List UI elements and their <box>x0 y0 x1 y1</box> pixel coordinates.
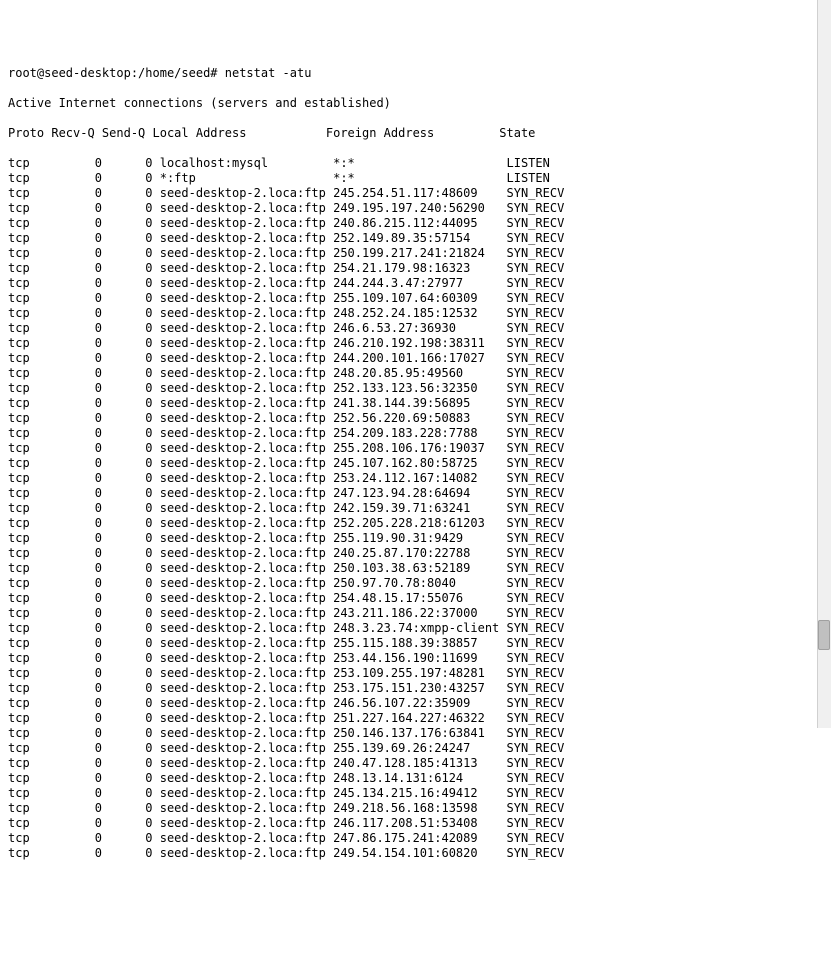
netstat-subtitle: Active Internet connections (servers and… <box>8 96 823 111</box>
connection-rows: tcp 0 0 localhost:mysql *:* LISTENtcp 0 … <box>8 156 823 861</box>
connection-row: tcp 0 0 seed-desktop-2.loca:ftp 255.115.… <box>8 636 823 651</box>
connection-row: tcp 0 0 seed-desktop-2.loca:ftp 246.56.1… <box>8 696 823 711</box>
shell-prompt: root@seed-desktop:/home/seed# netstat -a… <box>8 66 823 81</box>
connection-row: tcp 0 0 seed-desktop-2.loca:ftp 247.86.1… <box>8 831 823 846</box>
connection-row: tcp 0 0 seed-desktop-2.loca:ftp 245.107.… <box>8 456 823 471</box>
connection-row: tcp 0 0 seed-desktop-2.loca:ftp 255.139.… <box>8 741 823 756</box>
connection-row: tcp 0 0 seed-desktop-2.loca:ftp 246.6.53… <box>8 321 823 336</box>
connection-row: tcp 0 0 seed-desktop-2.loca:ftp 244.200.… <box>8 351 823 366</box>
connection-row: tcp 0 0 seed-desktop-2.loca:ftp 242.159.… <box>8 501 823 516</box>
connection-row: tcp 0 0 seed-desktop-2.loca:ftp 249.218.… <box>8 801 823 816</box>
connection-row: tcp 0 0 seed-desktop-2.loca:ftp 255.109.… <box>8 291 823 306</box>
connection-row: tcp 0 0 seed-desktop-2.loca:ftp 245.254.… <box>8 186 823 201</box>
connection-row: tcp 0 0 seed-desktop-2.loca:ftp 252.133.… <box>8 381 823 396</box>
connection-row: tcp 0 0 seed-desktop-2.loca:ftp 252.56.2… <box>8 411 823 426</box>
connection-row: tcp 0 0 seed-desktop-2.loca:ftp 253.175.… <box>8 681 823 696</box>
connection-row: tcp 0 0 seed-desktop-2.loca:ftp 240.86.2… <box>8 216 823 231</box>
connection-row: tcp 0 0 seed-desktop-2.loca:ftp 255.208.… <box>8 441 823 456</box>
connection-row: tcp 0 0 seed-desktop-2.loca:ftp 249.195.… <box>8 201 823 216</box>
connection-row: tcp 0 0 seed-desktop-2.loca:ftp 240.47.1… <box>8 756 823 771</box>
connection-row: tcp 0 0 seed-desktop-2.loca:ftp 250.146.… <box>8 726 823 741</box>
column-header-row: Proto Recv-Q Send-Q Local Address Foreig… <box>8 126 823 141</box>
scrollbar-thumb[interactable] <box>818 620 830 650</box>
connection-row: tcp 0 0 seed-desktop-2.loca:ftp 249.54.1… <box>8 846 823 861</box>
connection-row: tcp 0 0 seed-desktop-2.loca:ftp 253.24.1… <box>8 471 823 486</box>
connection-row: tcp 0 0 seed-desktop-2.loca:ftp 251.227.… <box>8 711 823 726</box>
connection-row: tcp 0 0 seed-desktop-2.loca:ftp 248.3.23… <box>8 621 823 636</box>
connection-row: tcp 0 0 seed-desktop-2.loca:ftp 248.20.8… <box>8 366 823 381</box>
connection-row: tcp 0 0 seed-desktop-2.loca:ftp 246.210.… <box>8 336 823 351</box>
connection-row: tcp 0 0 *:ftp *:* LISTEN <box>8 171 823 186</box>
connection-row: tcp 0 0 seed-desktop-2.loca:ftp 246.117.… <box>8 816 823 831</box>
connection-row: tcp 0 0 seed-desktop-2.loca:ftp 247.123.… <box>8 486 823 501</box>
connection-row: tcp 0 0 seed-desktop-2.loca:ftp 250.199.… <box>8 246 823 261</box>
connection-row: tcp 0 0 seed-desktop-2.loca:ftp 248.252.… <box>8 306 823 321</box>
connection-row: tcp 0 0 seed-desktop-2.loca:ftp 254.209.… <box>8 426 823 441</box>
connection-row: tcp 0 0 seed-desktop-2.loca:ftp 252.205.… <box>8 516 823 531</box>
connection-row: tcp 0 0 seed-desktop-2.loca:ftp 252.149.… <box>8 231 823 246</box>
connection-row: tcp 0 0 seed-desktop-2.loca:ftp 255.119.… <box>8 531 823 546</box>
connection-row: tcp 0 0 seed-desktop-2.loca:ftp 250.103.… <box>8 561 823 576</box>
connection-row: tcp 0 0 seed-desktop-2.loca:ftp 248.13.1… <box>8 771 823 786</box>
connection-row: tcp 0 0 seed-desktop-2.loca:ftp 244.244.… <box>8 276 823 291</box>
connection-row: tcp 0 0 seed-desktop-2.loca:ftp 253.44.1… <box>8 651 823 666</box>
connection-row: tcp 0 0 seed-desktop-2.loca:ftp 254.21.1… <box>8 261 823 276</box>
connection-row: tcp 0 0 seed-desktop-2.loca:ftp 241.38.1… <box>8 396 823 411</box>
connection-row: tcp 0 0 seed-desktop-2.loca:ftp 243.211.… <box>8 606 823 621</box>
connection-row: tcp 0 0 localhost:mysql *:* LISTEN <box>8 156 823 171</box>
connection-row: tcp 0 0 seed-desktop-2.loca:ftp 253.109.… <box>8 666 823 681</box>
vertical-scrollbar[interactable] <box>817 0 831 728</box>
connection-row: tcp 0 0 seed-desktop-2.loca:ftp 245.134.… <box>8 786 823 801</box>
connection-row: tcp 0 0 seed-desktop-2.loca:ftp 254.48.1… <box>8 591 823 606</box>
connection-row: tcp 0 0 seed-desktop-2.loca:ftp 250.97.7… <box>8 576 823 591</box>
connection-row: tcp 0 0 seed-desktop-2.loca:ftp 240.25.8… <box>8 546 823 561</box>
